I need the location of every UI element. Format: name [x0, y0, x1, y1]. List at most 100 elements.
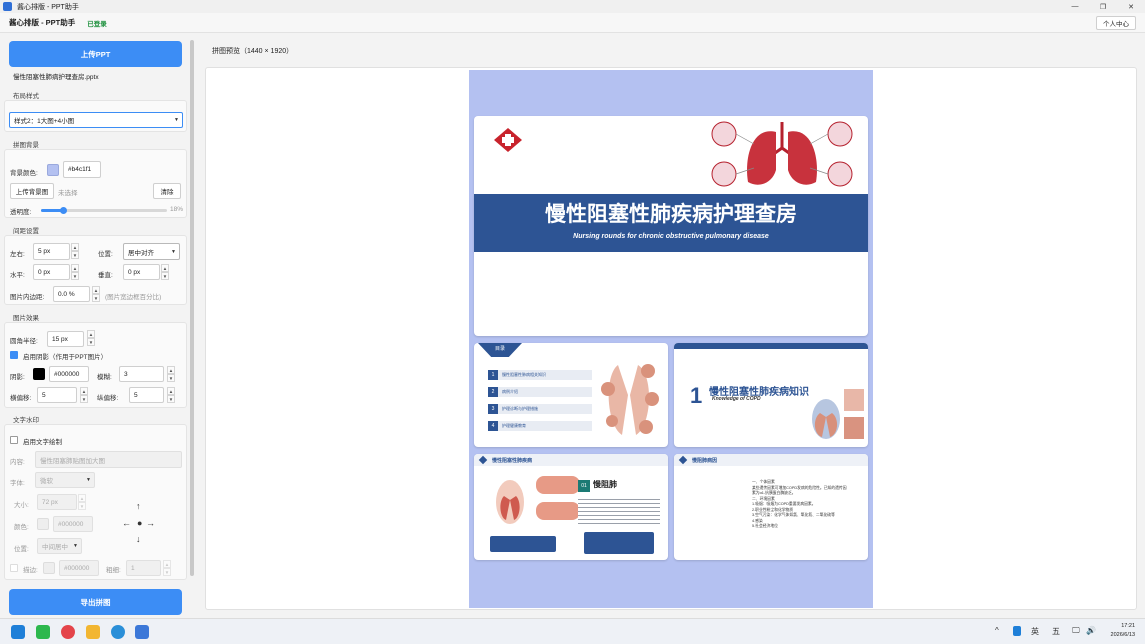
window-controls: — ❐ ✕ — [1061, 0, 1145, 13]
clear-bg-button[interactable]: 清除 — [153, 183, 181, 199]
font-select-value: 微软 — [40, 478, 53, 485]
settings-scrollbar[interactable] — [190, 40, 194, 576]
voffset-label: 纵偏移: — [97, 395, 119, 402]
wm-position-label: 位置: — [14, 546, 29, 553]
bg-color-swatch[interactable] — [47, 164, 59, 176]
export-button[interactable]: 导出拼图 — [9, 589, 182, 615]
definition-text: 一、个体因素 某些遗传因素可增加COPD发病的危险性。已知的遗传因 素为α1-抗… — [752, 480, 847, 530]
h-label: 水平: — [10, 272, 25, 279]
slide-header: 慢阻肺病因 — [674, 454, 868, 466]
voffset-stepper[interactable]: ▲ ▼ — [167, 387, 175, 404]
layout-select[interactable]: 样式2：1大图+4小图 ▼ — [9, 112, 183, 128]
network-icon[interactable]: 🖵 — [1072, 626, 1080, 636]
h-input[interactable]: 0 px — [33, 264, 70, 280]
definition-line: 3.空气污染：化学气体如氯、氧化氮、二氧化硫等 — [752, 513, 835, 517]
watermark-content-input[interactable]: 慢性阻塞肺贴图加大图 — [35, 451, 182, 468]
position-select[interactable]: 居中对齐 ▼ — [123, 243, 180, 260]
definition-line: 5.社会经济地位 — [752, 524, 778, 528]
browser-icon[interactable] — [111, 625, 125, 639]
close-icon[interactable]: ✕ — [1117, 0, 1145, 13]
profile-button[interactable]: 个人中心 — [1096, 16, 1136, 30]
app-icon[interactable] — [61, 625, 75, 639]
stroke-width-stepper[interactable]: ▲ ▼ — [163, 560, 171, 577]
windows-start-icon[interactable] — [11, 625, 25, 639]
lr-stepper[interactable]: ▲ ▼ — [71, 243, 79, 260]
shadow-checkbox[interactable] — [10, 351, 18, 359]
voffset-input[interactable]: 5 — [129, 387, 164, 403]
blur-input[interactable]: 3 — [119, 366, 164, 382]
padding-input[interactable]: 0.0 % — [53, 286, 90, 302]
upload-bg-button[interactable]: 上传背景图 — [10, 183, 54, 199]
toc-slide: 目录 1 慢性阻塞性肺病相关知识 2 病例介绍 3 护理诊断与护理措施 4 护理健康教育 — [474, 343, 668, 447]
stroke-checkbox[interactable] — [10, 564, 18, 572]
v-label: 垂直: — [98, 272, 113, 279]
size-input[interactable]: 72 px — [37, 494, 77, 510]
shadow-color-input[interactable]: #000000 — [49, 366, 89, 382]
background-section-title: 拼图背景 — [13, 142, 39, 149]
stroke-width-input[interactable]: 1 — [126, 560, 161, 576]
toc-item-text: 病例介绍 — [502, 389, 518, 394]
wm-color-swatch[interactable] — [37, 518, 49, 530]
upload-ppt-button[interactable]: 上传PPT — [9, 41, 182, 67]
position-label: 位置: — [98, 251, 113, 258]
copd-label: 慢阻肺 — [593, 480, 617, 489]
padding-label: 图片内边距: — [10, 294, 45, 301]
hoffset-label: 横偏移: — [10, 395, 32, 402]
arrow-right-icon[interactable]: → — [146, 518, 155, 528]
watermark-checkbox[interactable] — [10, 436, 18, 444]
minimize-icon[interactable]: — — [1061, 0, 1089, 13]
stroke-color-input[interactable]: #000000 — [59, 560, 99, 576]
toc-item-num: 4 — [488, 421, 498, 431]
preview-title: 拼图预览（1440 × 1920） — [212, 48, 294, 55]
clock[interactable]: 17:21 2026/6/13 — [1111, 622, 1135, 640]
ppt-helper-taskbar-icon[interactable] — [135, 625, 149, 639]
wechat-icon[interactable] — [36, 625, 50, 639]
lr-input[interactable]: 5 px — [33, 243, 70, 260]
ime-mode[interactable]: 五 — [1052, 626, 1060, 637]
maximize-icon[interactable]: ❐ — [1089, 0, 1117, 13]
opacity-label: 透明度: — [10, 209, 32, 216]
wm-position-select[interactable]: 中间居中 ▼ — [37, 538, 82, 554]
stroke-color-swatch[interactable] — [43, 562, 55, 574]
blur-stepper[interactable]: ▲ ▼ — [167, 366, 175, 383]
airway-illustration-icon — [496, 476, 580, 524]
padding-stepper[interactable]: ▲ ▼ — [92, 286, 100, 303]
v-input[interactable]: 0 px — [123, 264, 160, 280]
h-stepper[interactable]: ▲ ▼ — [71, 264, 79, 281]
tray-chevron-icon[interactable]: ^ — [995, 626, 999, 635]
size-label: 大小: — [14, 502, 29, 509]
app-header: 酱心排版 - PPT助手 已登录 个人中心 — [0, 13, 1145, 33]
radius-stepper[interactable]: ▲ ▼ — [87, 330, 95, 347]
taskbar: ^ 英 五 🖵 🔊 17:21 2026/6/13 — [0, 618, 1145, 644]
toc-item-text: 慢性阻塞性肺病相关知识 — [502, 372, 546, 377]
lr-label: 左右: — [10, 251, 25, 258]
shadow-color-swatch[interactable] — [33, 368, 45, 380]
login-status: 已登录 — [87, 20, 107, 28]
chapter-top-band — [674, 343, 868, 349]
wm-color-input[interactable]: #000000 — [53, 516, 93, 532]
volume-icon[interactable]: 🔊 — [1086, 626, 1096, 635]
bg-color-input[interactable]: #b4c1f1 — [63, 161, 101, 178]
radius-input[interactable]: 15 px — [47, 331, 84, 347]
file-explorer-icon[interactable] — [86, 625, 100, 639]
hoffset-input[interactable]: 5 — [37, 387, 77, 403]
opacity-slider-handle[interactable] — [60, 207, 68, 214]
shield-icon[interactable] — [1013, 626, 1021, 636]
toc-item-num: 2 — [488, 387, 498, 397]
title-bar: 酱心排版 - PPT助手 — ❐ ✕ — [0, 0, 1145, 13]
blur-label: 模糊: — [97, 374, 112, 381]
font-select[interactable]: 微软 ▼ — [35, 472, 95, 488]
center-dot-icon[interactable]: ● — [137, 518, 142, 528]
diamond-icon — [478, 455, 488, 465]
hoffset-stepper[interactable]: ▲ ▼ — [80, 387, 88, 404]
size-stepper[interactable]: ▲ ▼ — [78, 494, 86, 511]
slide-header-text: 慢阻肺病因 — [692, 458, 718, 464]
position-select-value: 居中对齐 — [128, 249, 154, 257]
opacity-value: 18% — [170, 206, 184, 213]
slide-header: 慢性阻塞性肺疾病 — [474, 454, 668, 466]
ime-language[interactable]: 英 — [1031, 626, 1039, 637]
arrow-down-icon[interactable]: ↓ — [136, 534, 141, 544]
v-stepper[interactable]: ▲ ▼ — [161, 264, 169, 281]
arrow-left-icon[interactable]: ← — [122, 518, 131, 528]
arrow-up-icon[interactable]: ↑ — [136, 501, 141, 511]
